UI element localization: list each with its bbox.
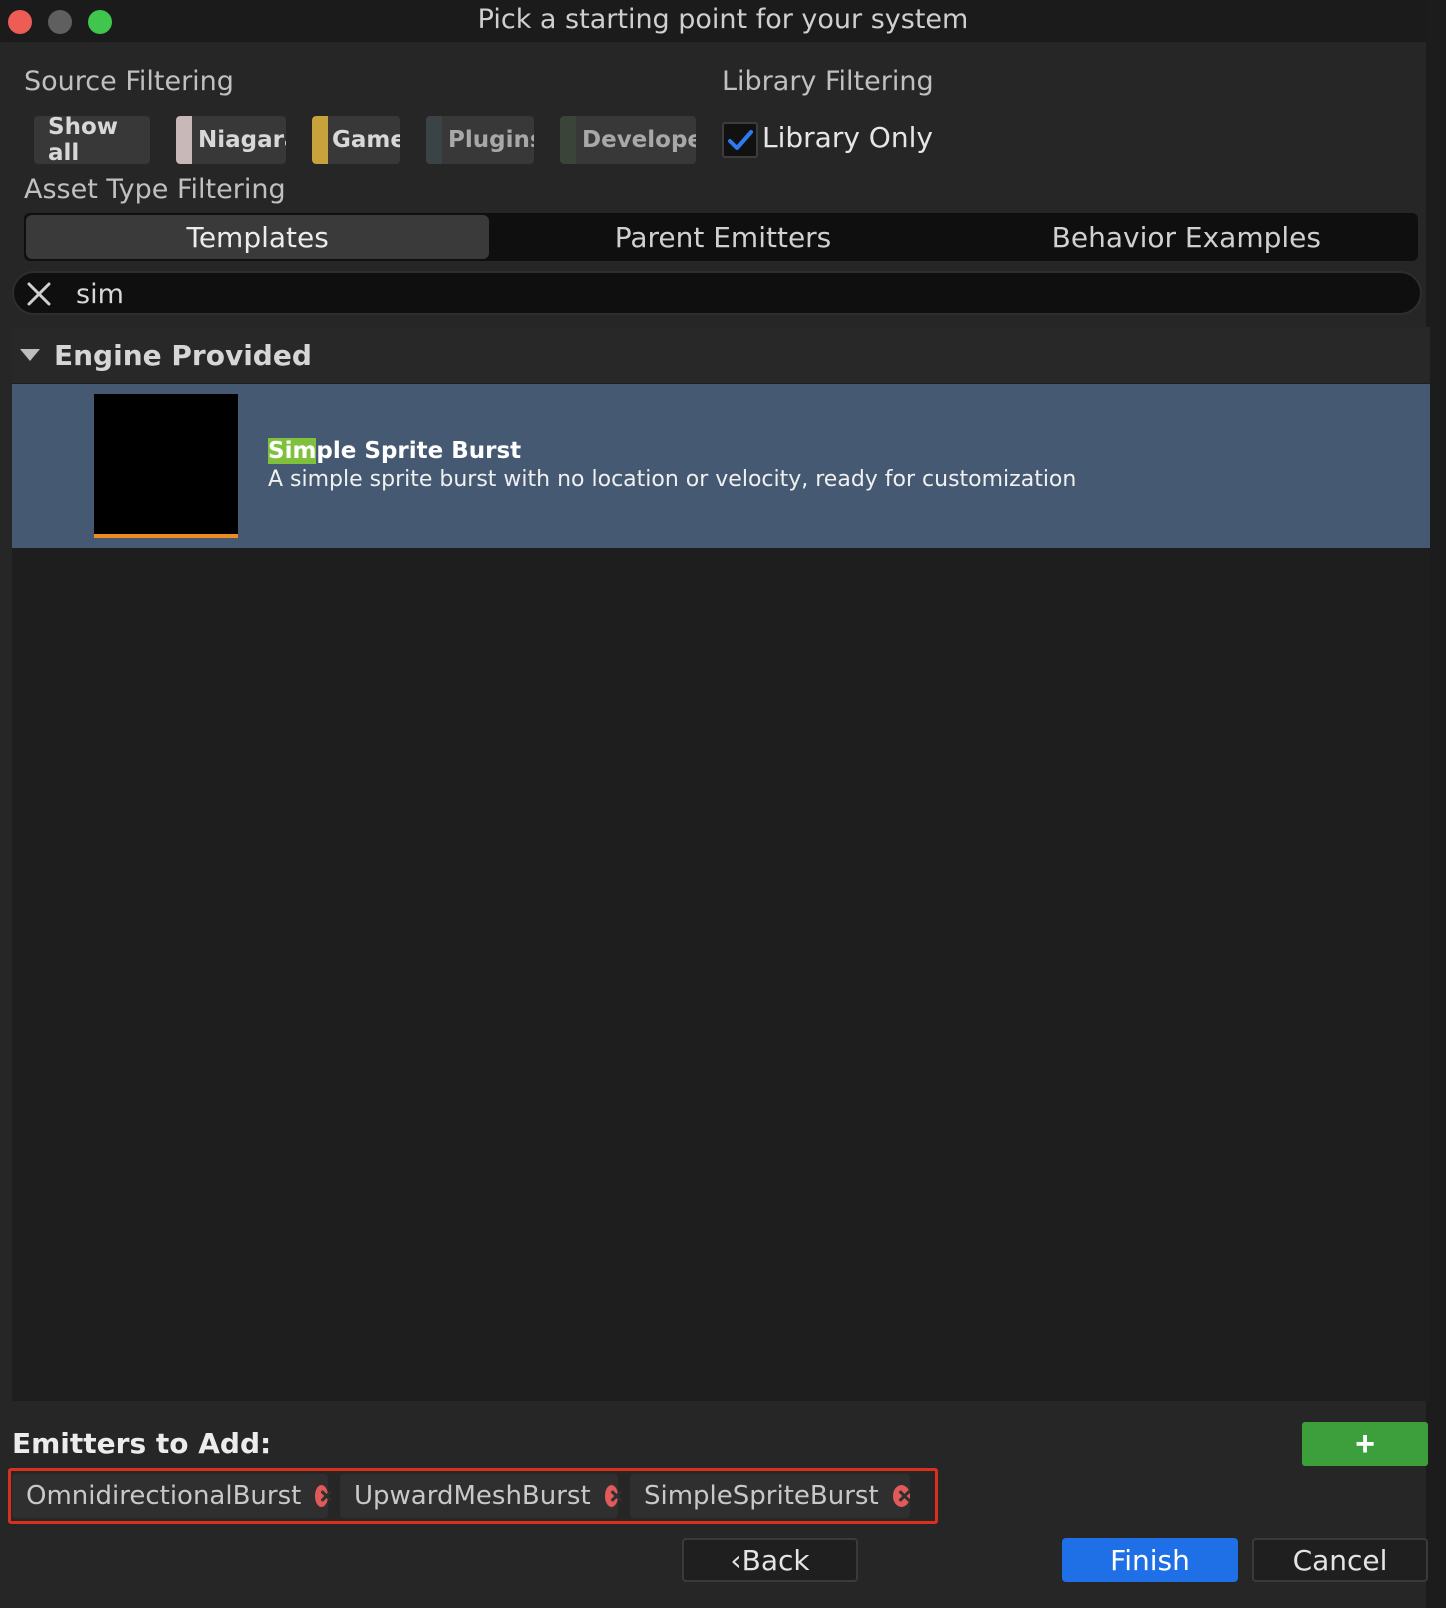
add-emitter-button[interactable]: +	[1302, 1422, 1428, 1466]
search-input[interactable]	[76, 277, 1376, 311]
chip-color-bar	[176, 116, 192, 164]
group-header-engine-provided[interactable]: Engine Provided	[12, 327, 1430, 383]
list-item[interactable]: Simple Sprite Burst A simple sprite burs…	[12, 384, 1430, 548]
window-title: Pick a starting point for your system	[477, 4, 969, 35]
tab-behavior-examples[interactable]: Behavior Examples	[955, 213, 1418, 261]
emitter-pill-label: SimpleSpriteBurst	[644, 1481, 879, 1511]
chip-color-bar	[312, 116, 328, 164]
window-titlebar: Pick a starting point for your system	[0, 0, 1446, 42]
filter-chip-label: Developer	[582, 127, 696, 153]
library-filtering-label: Library Filtering	[722, 66, 934, 97]
filter-chip-label: Game	[332, 127, 400, 153]
template-title: Simple Sprite Burst	[268, 438, 521, 464]
chip-color-bar	[426, 116, 442, 164]
collapse-caret-icon[interactable]	[20, 349, 40, 361]
emitters-to-add-label: Emitters to Add:	[12, 1427, 272, 1460]
emitter-pill: OmnidirectionalBurst	[12, 1474, 328, 1518]
filter-chip-show-all[interactable]: Show all	[34, 116, 150, 164]
template-list: Engine Provided Simple Sprite Burst A si…	[12, 327, 1430, 1401]
checkmark-icon	[728, 130, 753, 150]
template-thumbnail	[94, 394, 238, 538]
asset-type-tabs: Templates Parent Emitters Behavior Examp…	[24, 213, 1418, 261]
clear-search-icon[interactable]	[26, 281, 52, 307]
chip-color-bar	[560, 116, 576, 164]
remove-emitter-icon[interactable]	[604, 1485, 618, 1507]
finish-button[interactable]: Finish	[1062, 1538, 1238, 1582]
group-title: Engine Provided	[54, 339, 312, 372]
filter-chip-plugins[interactable]: Plugins	[426, 116, 534, 164]
emitter-pill-label: UpwardMeshBurst	[354, 1481, 591, 1511]
back-button[interactable]: ‹Back	[682, 1538, 858, 1582]
library-only-checkbox[interactable]	[722, 122, 758, 158]
emitter-pill: SimpleSpriteBurst	[630, 1474, 910, 1518]
filter-chip-label: Niagara	[198, 127, 286, 153]
filter-chip-label: Plugins	[448, 127, 534, 153]
emitter-pill-label: OmnidirectionalBurst	[26, 1481, 302, 1511]
template-title-rest: ple Sprite Burst	[316, 438, 522, 464]
filter-chip-developer[interactable]: Developer	[560, 116, 696, 164]
remove-emitter-icon[interactable]	[892, 1485, 910, 1507]
asset-type-filtering-label: Asset Type Filtering	[24, 174, 286, 205]
cancel-button[interactable]: Cancel	[1252, 1538, 1428, 1582]
remove-emitter-icon[interactable]	[315, 1485, 328, 1507]
library-only-label[interactable]: Library Only	[762, 121, 933, 154]
filter-chip-label: Show all	[48, 116, 118, 164]
tab-templates[interactable]: Templates	[26, 215, 490, 259]
search-box	[12, 271, 1422, 315]
source-filtering-label: Source Filtering	[24, 66, 234, 97]
filter-chip-niagara[interactable]: Niagara	[176, 116, 286, 164]
emitter-pill: UpwardMeshBurst	[340, 1474, 618, 1518]
template-description: A simple sprite burst with no location o…	[268, 467, 1077, 492]
filter-chip-game[interactable]: Game	[312, 116, 400, 164]
tab-parent-emitters[interactable]: Parent Emitters	[491, 213, 954, 261]
search-match-highlight: Sim	[268, 438, 317, 464]
